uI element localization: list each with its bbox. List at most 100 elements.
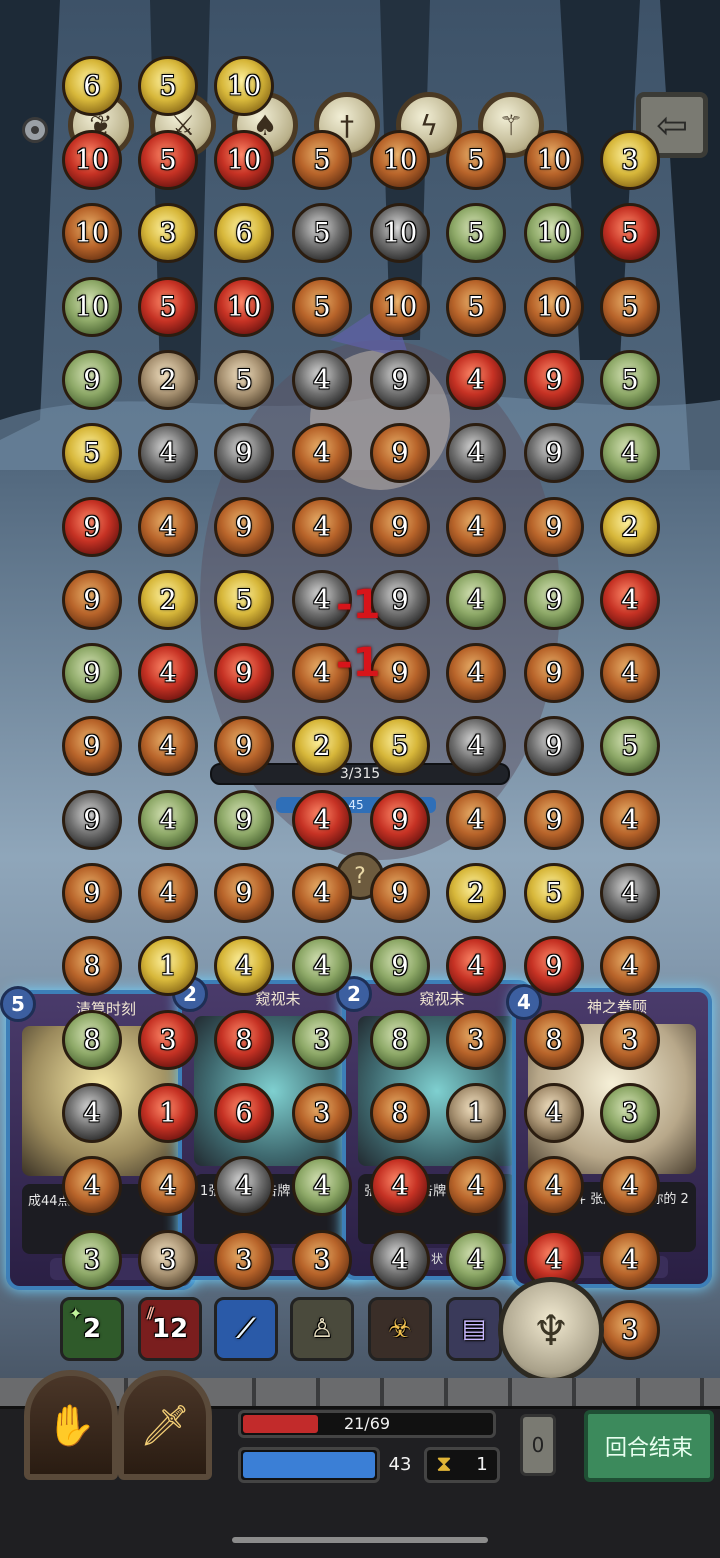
coin[interactable]: 3 [446, 1010, 506, 1070]
coin[interactable]: 4 [292, 423, 352, 483]
coin[interactable]: 3 [600, 1010, 660, 1070]
coin[interactable]: 2 [138, 570, 198, 630]
coin[interactable]: 9 [370, 863, 430, 923]
coin[interactable]: 10 [524, 277, 584, 337]
coin[interactable]: 4 [292, 863, 352, 923]
coin[interactable]: 9 [62, 497, 122, 557]
coin[interactable]: 3 [214, 1230, 274, 1290]
coin[interactable]: 4 [600, 936, 660, 996]
coin[interactable]: 4 [292, 790, 352, 850]
coin[interactable]: 4 [370, 1230, 430, 1290]
coin[interactable]: 5 [600, 277, 660, 337]
coin[interactable]: 9 [524, 716, 584, 776]
coin[interactable]: 8 [62, 936, 122, 996]
coin[interactable]: 3 [138, 203, 198, 263]
coin[interactable]: 10 [214, 56, 274, 116]
coin[interactable]: 4 [600, 643, 660, 703]
coin[interactable]: 4 [138, 497, 198, 557]
coin[interactable]: 1 [138, 936, 198, 996]
coin[interactable]: 4 [446, 643, 506, 703]
coin[interactable]: 9 [62, 643, 122, 703]
coin[interactable]: 8 [214, 1010, 274, 1070]
buff-sparkle[interactable]: ✦ 2 [60, 1297, 124, 1361]
coin[interactable]: 3 [292, 1010, 352, 1070]
coin[interactable]: 4 [138, 423, 198, 483]
coin[interactable]: 9 [214, 423, 274, 483]
coin[interactable]: 9 [524, 497, 584, 557]
coin[interactable]: 9 [370, 497, 430, 557]
coin[interactable]: 4 [600, 570, 660, 630]
coin[interactable]: 5 [600, 350, 660, 410]
coin[interactable]: 9 [370, 790, 430, 850]
coin[interactable]: 9 [62, 570, 122, 630]
coin[interactable]: 4 [524, 1083, 584, 1143]
coin[interactable]: 5 [446, 203, 506, 263]
coin[interactable]: 4 [370, 1156, 430, 1216]
coin[interactable]: 4 [138, 863, 198, 923]
coin[interactable]: 4 [292, 1156, 352, 1216]
coin[interactable]: 4 [62, 1156, 122, 1216]
coin[interactable]: 4 [600, 423, 660, 483]
coin[interactable]: 5 [292, 203, 352, 263]
buff-slash[interactable]: ⟋ [214, 1297, 278, 1361]
coin[interactable]: 10 [370, 130, 430, 190]
coin[interactable]: 4 [446, 716, 506, 776]
coin[interactable]: 9 [62, 350, 122, 410]
coin[interactable]: 1 [446, 1083, 506, 1143]
coin[interactable]: 5 [446, 277, 506, 337]
coin[interactable]: 10 [214, 277, 274, 337]
coin[interactable]: 9 [62, 790, 122, 850]
coin[interactable]: 4 [214, 1156, 274, 1216]
coin[interactable]: 5 [138, 56, 198, 116]
coin[interactable]: 4 [446, 423, 506, 483]
coin[interactable]: 4 [292, 497, 352, 557]
home-indicator[interactable] [232, 1537, 488, 1543]
coin[interactable]: 5 [446, 130, 506, 190]
coin[interactable]: 5 [524, 863, 584, 923]
coin[interactable]: 3 [138, 1010, 198, 1070]
coin[interactable]: 10 [524, 203, 584, 263]
coin[interactable]: 4 [446, 936, 506, 996]
coin[interactable]: 9 [214, 790, 274, 850]
coin[interactable]: 2 [446, 863, 506, 923]
coin[interactable]: 9 [524, 350, 584, 410]
coin[interactable]: 4 [138, 643, 198, 703]
coin[interactable]: 9 [214, 643, 274, 703]
coin[interactable]: 3 [292, 1230, 352, 1290]
coin[interactable]: 10 [62, 277, 122, 337]
coin[interactable]: 4 [524, 1156, 584, 1216]
coin[interactable]: 4 [446, 1230, 506, 1290]
coin[interactable]: 9 [524, 936, 584, 996]
coin[interactable]: 4 [446, 790, 506, 850]
settings-ring-icon[interactable] [22, 117, 48, 143]
coin[interactable]: 3 [600, 130, 660, 190]
coin[interactable]: 4 [600, 1156, 660, 1216]
coin[interactable]: 8 [524, 1010, 584, 1070]
coin[interactable]: 2 [292, 716, 352, 776]
coin[interactable]: 5 [292, 130, 352, 190]
coin[interactable]: 9 [214, 497, 274, 557]
coin[interactable]: 10 [370, 203, 430, 263]
coin[interactable]: 5 [214, 350, 274, 410]
coin[interactable]: 9 [524, 570, 584, 630]
buff-claw[interactable]: ⫽ 12 [138, 1297, 202, 1361]
coin[interactable]: 9 [214, 716, 274, 776]
coin[interactable]: 5 [138, 130, 198, 190]
coin[interactable]: 9 [62, 863, 122, 923]
coin[interactable]: 4 [138, 790, 198, 850]
deck-pile[interactable]: 0 [520, 1414, 556, 1476]
coin[interactable]: 10 [214, 130, 274, 190]
ability-dagger[interactable]: 🗡 [118, 1370, 212, 1480]
coin[interactable]: 9 [370, 350, 430, 410]
coin[interactable]: 6 [62, 56, 122, 116]
coin[interactable]: 4 [62, 1083, 122, 1143]
coin[interactable]: 4 [446, 497, 506, 557]
coin[interactable]: 10 [62, 130, 122, 190]
buff-beast[interactable]: ☣ [368, 1297, 432, 1361]
coin[interactable]: 3 [292, 1083, 352, 1143]
coin[interactable]: 4 [292, 350, 352, 410]
coin[interactable]: 10 [524, 130, 584, 190]
coin[interactable]: 3 [62, 1230, 122, 1290]
candelabra-relic[interactable]: ♆ [498, 1277, 604, 1383]
coin[interactable]: 3 [600, 1083, 660, 1143]
